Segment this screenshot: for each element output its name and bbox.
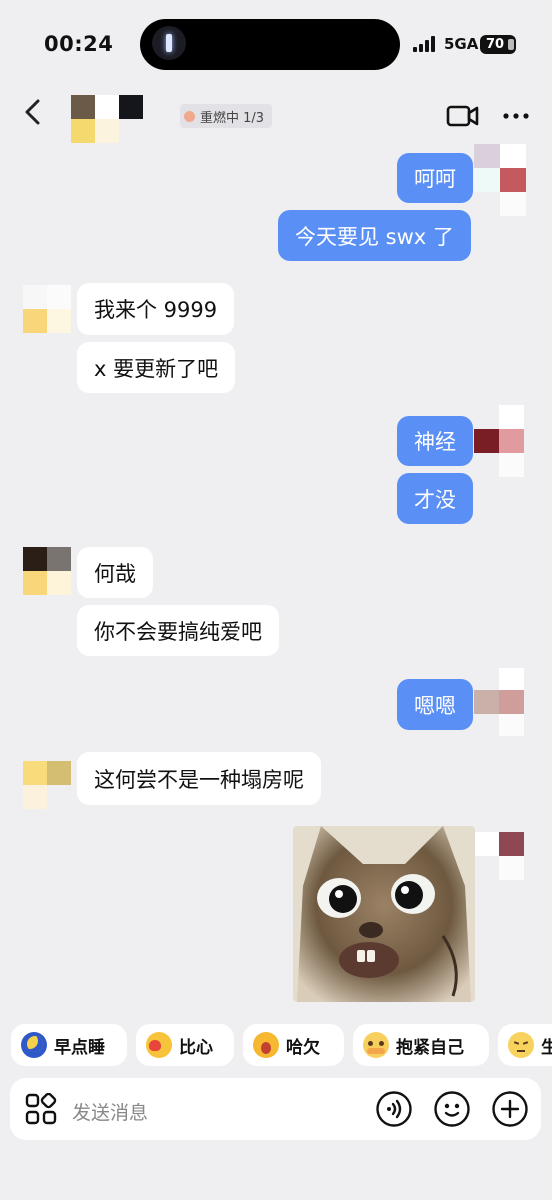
my-avatar[interactable] bbox=[474, 405, 524, 477]
message-bubble[interactable]: 呵呵 bbox=[397, 153, 473, 203]
message-bubble[interactable]: 这何尝不是一种塌房呢 bbox=[77, 752, 321, 805]
battery-icon: 70 bbox=[480, 35, 516, 54]
friend-avatar[interactable] bbox=[23, 761, 71, 809]
message-bubble[interactable]: x 要更新了吧 bbox=[77, 342, 236, 393]
message-bubble[interactable]: 我来个 9999 bbox=[77, 283, 235, 335]
network-type: 5GA bbox=[444, 35, 479, 53]
message-bubble[interactable]: 才没 bbox=[397, 473, 473, 524]
apps-grid-icon[interactable] bbox=[25, 1093, 57, 1125]
message-bubble[interactable]: 神经 bbox=[397, 416, 473, 466]
battery-level: 70 bbox=[485, 37, 505, 52]
message-input[interactable]: 发送消息 bbox=[72, 1098, 148, 1125]
my-avatar[interactable] bbox=[474, 144, 526, 216]
message-bubble[interactable]: 何哉 bbox=[77, 547, 153, 598]
cat-sticker-image[interactable] bbox=[293, 826, 475, 1002]
quick-reply-chip[interactable]: 哈欠 bbox=[243, 1024, 344, 1066]
quick-reply-label: 哈欠 bbox=[286, 1037, 320, 1058]
group-status-badge[interactable]: 重燃中 1/3 bbox=[180, 104, 273, 128]
quick-reply-label: 比心 bbox=[179, 1037, 213, 1058]
self-hug-icon bbox=[363, 1032, 389, 1058]
quick-reply-label: 生 bbox=[541, 1037, 552, 1058]
more-options-icon[interactable] bbox=[502, 104, 530, 128]
friend-avatar[interactable] bbox=[23, 285, 71, 333]
quick-reply-chip[interactable]: 生 bbox=[498, 1024, 552, 1066]
status-time: 00:24 bbox=[44, 32, 114, 56]
add-icon[interactable] bbox=[491, 1090, 529, 1128]
message-bubble[interactable]: 嗯嗯 bbox=[397, 679, 473, 730]
friend-avatar[interactable] bbox=[23, 547, 71, 595]
my-avatar[interactable] bbox=[474, 832, 524, 880]
quick-reply-chip[interactable]: 抱紧自己 bbox=[353, 1024, 489, 1066]
message-bubble[interactable]: 你不会要搞纯爱吧 bbox=[77, 605, 279, 656]
angry-face-icon bbox=[508, 1032, 534, 1058]
cellular-signal-icon bbox=[413, 36, 435, 52]
quick-reply-chip[interactable]: 早点睡 bbox=[11, 1024, 127, 1066]
moon-icon bbox=[21, 1032, 47, 1058]
flashlight-indicator-icon bbox=[152, 26, 186, 60]
quick-reply-bar: 早点睡 比心 哈欠 抱紧自己 生 bbox=[0, 1024, 552, 1066]
emoji-icon[interactable] bbox=[433, 1090, 471, 1128]
group-avatar[interactable] bbox=[71, 95, 167, 143]
yawn-icon bbox=[253, 1032, 279, 1058]
heart-hands-icon bbox=[146, 1032, 172, 1058]
back-icon[interactable] bbox=[22, 98, 46, 126]
quick-reply-label: 抱紧自己 bbox=[396, 1037, 464, 1058]
my-avatar[interactable] bbox=[474, 668, 524, 736]
quick-reply-label: 早点睡 bbox=[54, 1037, 105, 1058]
message-bubble[interactable]: 今天要见 swx 了 bbox=[278, 210, 471, 261]
video-call-icon[interactable] bbox=[446, 102, 480, 130]
quick-reply-chip[interactable]: 比心 bbox=[136, 1024, 234, 1066]
voice-message-icon[interactable] bbox=[375, 1090, 413, 1128]
